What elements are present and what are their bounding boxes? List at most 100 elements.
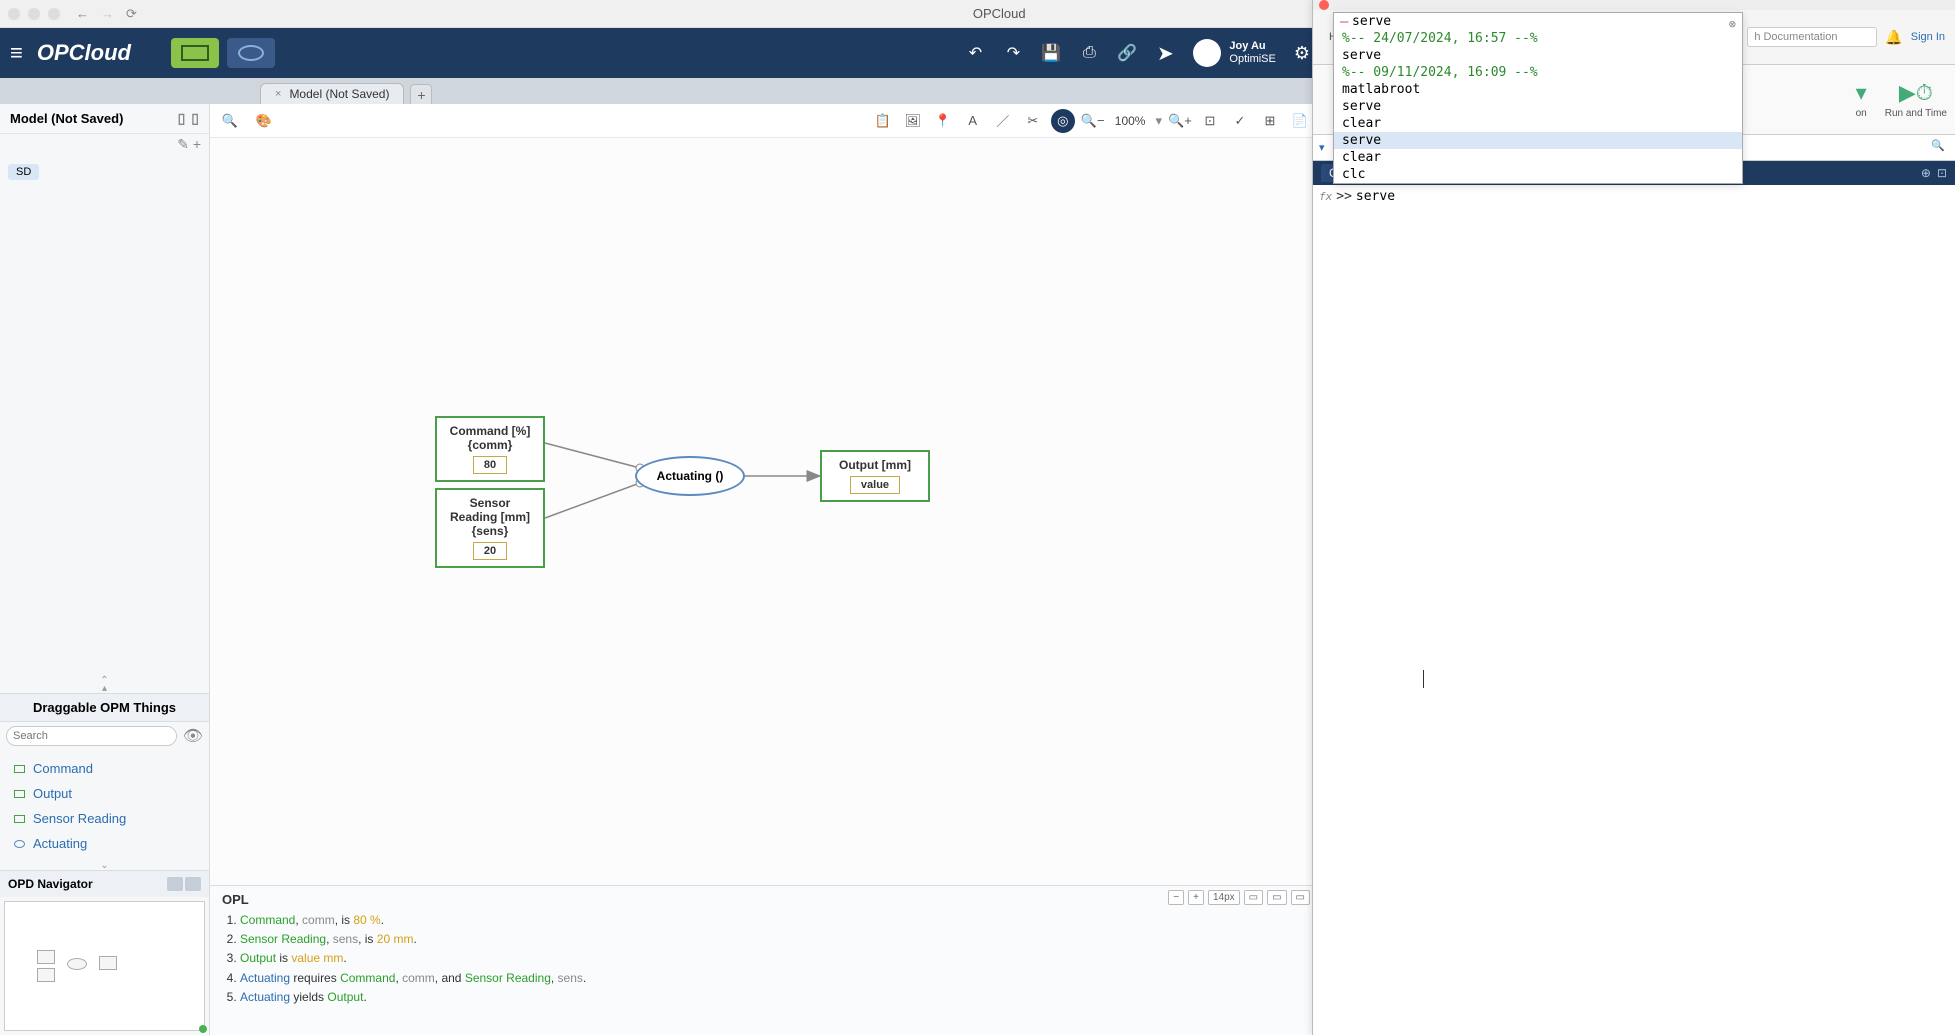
collapse-handle-2[interactable]: ⌄ [0,862,209,870]
copy-icon[interactable]: 📋 [871,109,895,133]
zoom-in-icon[interactable]: 🔍+ [1168,109,1192,133]
history-line[interactable]: %-- 24/07/2024, 16:57 --% [1334,30,1742,47]
opl-fontsize[interactable]: 14px [1208,890,1240,905]
node-command[interactable]: Command [%] {comm} 80 [435,416,545,482]
canvas-area: 🔍 🎨 📋 🖼 📍 A ／ ✂ ◎ 🔍− 100% ▾ 🔍+ ⊡ ✓ [210,104,1320,1035]
tree-node-sd[interactable]: SD [8,164,39,180]
redo-icon[interactable]: ↷ [1003,43,1023,63]
opcloud-app: ≡ OPCloud ↶ ↷ 💾 ⎙ 🔗 ➤ Joy Au OptimiSE ⚙ … [0,28,1320,1035]
target-icon[interactable]: ◎ [1051,109,1075,133]
opl-btn-1[interactable]: ▭ [1244,890,1263,905]
signin-link[interactable]: Sign In [1911,31,1945,43]
close-dot[interactable] [8,8,20,20]
search-canvas-icon[interactable]: 🔍 [218,109,242,133]
minimize-dot[interactable] [28,8,40,20]
add-tab-button[interactable]: + [410,84,432,104]
reload-icon[interactable]: ⟳ [126,6,137,22]
tree-add-icon[interactable]: + [193,136,201,152]
cmd-header-icon-2[interactable]: ⊡ [1937,166,1947,180]
toolstrip-right: h Documentation 🔔 Sign In [1747,27,1945,47]
dropdown-icon: ▾ [1856,80,1867,106]
path-search-icon[interactable]: 🔍 [1931,139,1949,157]
history-line[interactable]: clc [1334,166,1742,183]
history-line[interactable]: clear [1334,149,1742,166]
prompt-line: fx >> [1319,189,1949,204]
bell-icon[interactable]: 🔔 [1885,29,1902,46]
panel-icon-1[interactable]: ▯ [178,110,186,127]
history-line[interactable]: serve [1334,132,1742,149]
ribbon-run-and-time[interactable]: ▶⏱ Run and Time [1885,80,1947,119]
gear-icon[interactable]: ⚙ [1294,43,1310,64]
history-line[interactable]: serve [1334,98,1742,115]
thing-item-command[interactable]: Command [0,756,209,781]
node-command-value[interactable]: 80 [473,456,507,474]
history-popup[interactable]: ⊗ –serve%-- 24/07/2024, 16:57 --%serve%-… [1333,12,1743,184]
opl-plus-button[interactable]: + [1188,890,1204,905]
opl-line: Command, comm, is 80 %. [240,911,1308,930]
thing-item-output[interactable]: Output [0,781,209,806]
cut-icon[interactable]: ✂ [1021,109,1045,133]
process-tool-button[interactable] [227,38,275,68]
history-line[interactable]: clear [1334,115,1742,132]
save-icon[interactable]: 💾 [1041,43,1061,63]
palette-icon[interactable]: 🎨 [252,109,276,133]
thing-item-actuating[interactable]: Actuating [0,831,209,856]
undo-icon[interactable]: ↶ [965,43,985,63]
collapse-handle-1[interactable]: ⌃▴ [0,677,209,693]
search-input[interactable] [6,726,177,746]
fx-icon[interactable]: fx [1319,190,1332,203]
user-org: OptimiSE [1229,53,1275,66]
command-window[interactable]: fx >> [1313,185,1955,1035]
opl-controls: − + 14px ▭ ▭ ▭ [1168,890,1310,905]
thing-label: Sensor Reading [33,811,126,826]
node-output-value[interactable]: value [850,476,900,494]
ribbon-on[interactable]: ▾ on [1856,80,1867,119]
close-tab-icon[interactable]: × [275,88,281,100]
thing-item-sensor-reading[interactable]: Sensor Reading [0,806,209,831]
maximize-dot[interactable] [48,8,60,20]
minimap[interactable] [4,901,205,1031]
check-icon[interactable]: ✓ [1228,109,1252,133]
user-badge[interactable]: Joy Au OptimiSE [1193,39,1275,67]
cmd-header-icon-1[interactable]: ⊕ [1921,166,1931,180]
zoom-out-icon[interactable]: 🔍− [1081,109,1105,133]
hamburger-icon[interactable]: ≡ [10,40,23,66]
opl-btn-3[interactable]: ▭ [1291,890,1310,905]
path-dropdown-icon[interactable]: ▾ [1319,141,1325,154]
link-icon[interactable]: 🔗 [1117,43,1137,63]
command-input[interactable] [1356,189,1949,204]
opl-btn-2[interactable]: ▭ [1267,890,1286,905]
history-line[interactable]: matlabroot [1334,81,1742,98]
line-icon[interactable]: ／ [991,109,1015,133]
matlab-close-dot[interactable] [1319,0,1329,10]
history-line[interactable]: –serve [1334,13,1742,30]
minimap-handle[interactable] [199,1025,207,1033]
opl-line: Actuating yields Output. [240,988,1308,1007]
node-sensor[interactable]: Sensor Reading [mm] {sens} 20 [435,488,545,568]
export-icon[interactable]: 📄 [1288,109,1312,133]
doc-search-input[interactable]: h Documentation [1747,27,1877,47]
panel-icon-2[interactable]: ▯ [191,110,199,127]
eye-icon[interactable]: 👁 [183,726,203,746]
fit-icon[interactable]: ⊡ [1198,109,1222,133]
grid-icon[interactable]: ⊞ [1258,109,1282,133]
node-output[interactable]: Output [mm] value [820,450,930,502]
run-icon[interactable]: ➤ [1155,41,1175,66]
back-icon[interactable]: ← [76,6,89,22]
image-icon[interactable]: 🖼 [901,109,925,133]
model-tab[interactable]: × Model (Not Saved) [260,83,404,104]
tree-edit-icon[interactable]: ✎ [177,136,189,152]
opl-minus-button[interactable]: − [1168,890,1184,905]
object-tool-button[interactable] [171,38,219,68]
canvas[interactable]: Command [%] {comm} 80 Sensor Reading [mm… [210,138,1320,885]
saveas-icon[interactable]: ⎙ [1079,44,1099,62]
node-process[interactable]: Actuating () [635,456,745,496]
node-sensor-value[interactable]: 20 [473,542,507,560]
history-line[interactable]: %-- 09/11/2024, 16:09 --% [1334,64,1742,81]
node-sensor-title: Sensor Reading [mm] {sens} [447,496,533,538]
panel-header-icons: ▯ ▯ [178,110,199,127]
text-icon[interactable]: A [961,109,985,133]
pin-icon[interactable]: 📍 [931,109,955,133]
tab-strip: × Model (Not Saved) + [0,78,1320,104]
history-line[interactable]: serve [1334,47,1742,64]
